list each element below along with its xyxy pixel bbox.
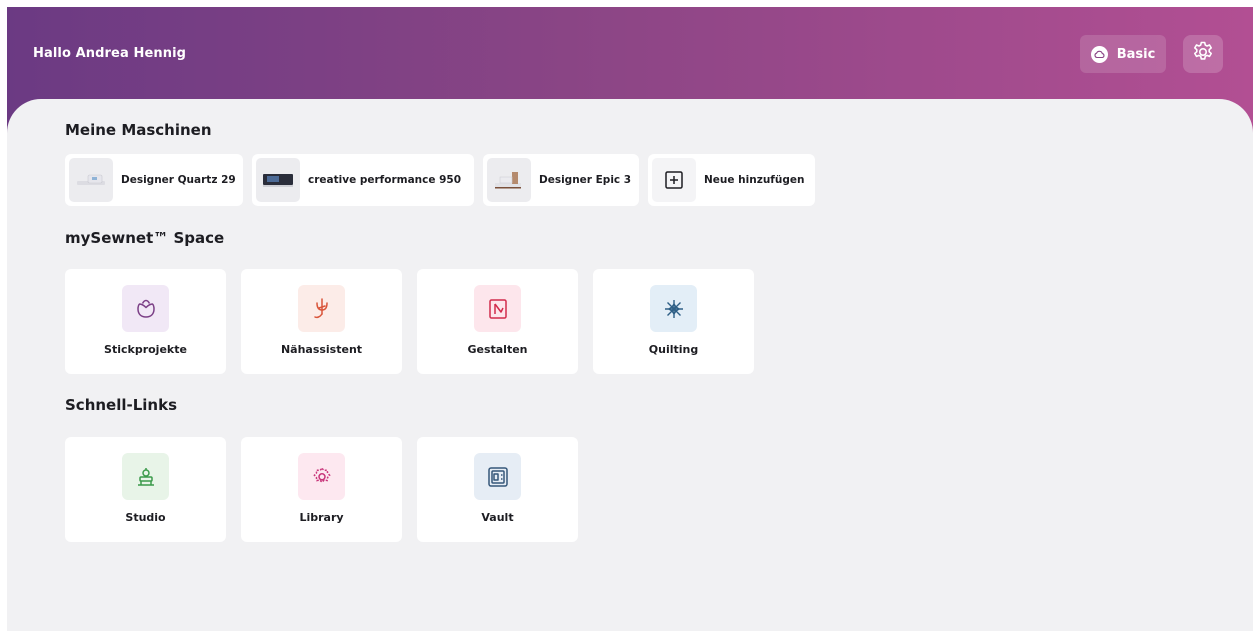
add-machine-button[interactable]: Neue hinzufügen [648, 154, 815, 206]
add-machine-label: Neue hinzufügen [704, 174, 805, 186]
section-title-machines: Meine Maschinen [65, 121, 212, 139]
tile-label: Stickprojekte [104, 343, 187, 356]
app-window: Hallo Andrea Hennig Basic Meine Maschine… [7, 7, 1253, 631]
machine-card-designer-quartz[interactable]: Designer Quartz 29 [65, 154, 243, 206]
tile-stickprojekte[interactable]: Stickprojekte [65, 269, 226, 374]
tile-label: Vault [481, 511, 514, 524]
tile-label: Gestalten [467, 343, 528, 356]
tile-label: Library [299, 511, 344, 524]
tile-label: Quilting [648, 343, 699, 356]
machine-image [256, 158, 300, 202]
machine-image [69, 158, 113, 202]
machine-image [487, 158, 531, 202]
tile-vault[interactable]: Vault [417, 437, 578, 542]
machine-label: creative performance 950 [308, 174, 462, 186]
plan-label: Basic [1116, 46, 1156, 62]
design-icon [474, 285, 521, 332]
machine-card-creative-performance[interactable]: creative performance 950 [252, 154, 474, 206]
machine-label: Designer Quartz 29 [121, 174, 236, 186]
plan-badge[interactable]: Basic [1080, 35, 1166, 73]
flower-icon [122, 285, 169, 332]
tile-library[interactable]: Library [241, 437, 402, 542]
machine-label: Designer Epic 3 [539, 174, 632, 186]
tile-gestalten[interactable]: Gestalten [417, 269, 578, 374]
quilt-star-icon [650, 285, 697, 332]
thread-icon [298, 285, 345, 332]
machine-card-designer-epic[interactable]: Designer Epic 3 [483, 154, 639, 206]
gear-icon [1191, 40, 1215, 68]
section-title-links: Schnell-Links [65, 396, 178, 414]
studio-icon [122, 453, 169, 500]
tile-label: Studio [125, 511, 166, 524]
add-thumb [652, 158, 696, 202]
greeting-text: Hallo Andrea Hennig [33, 46, 187, 61]
section-title-space: mySewnet™ Space [65, 229, 225, 247]
tile-label: Nähassistent [280, 343, 363, 356]
tile-quilting[interactable]: Quilting [593, 269, 754, 374]
plus-icon [665, 171, 683, 189]
library-icon [298, 453, 345, 500]
vault-icon [474, 453, 521, 500]
tile-studio[interactable]: Studio [65, 437, 226, 542]
cloud-icon [1090, 45, 1108, 63]
tile-naehassistent[interactable]: Nähassistent [241, 269, 402, 374]
settings-button[interactable] [1183, 35, 1223, 73]
